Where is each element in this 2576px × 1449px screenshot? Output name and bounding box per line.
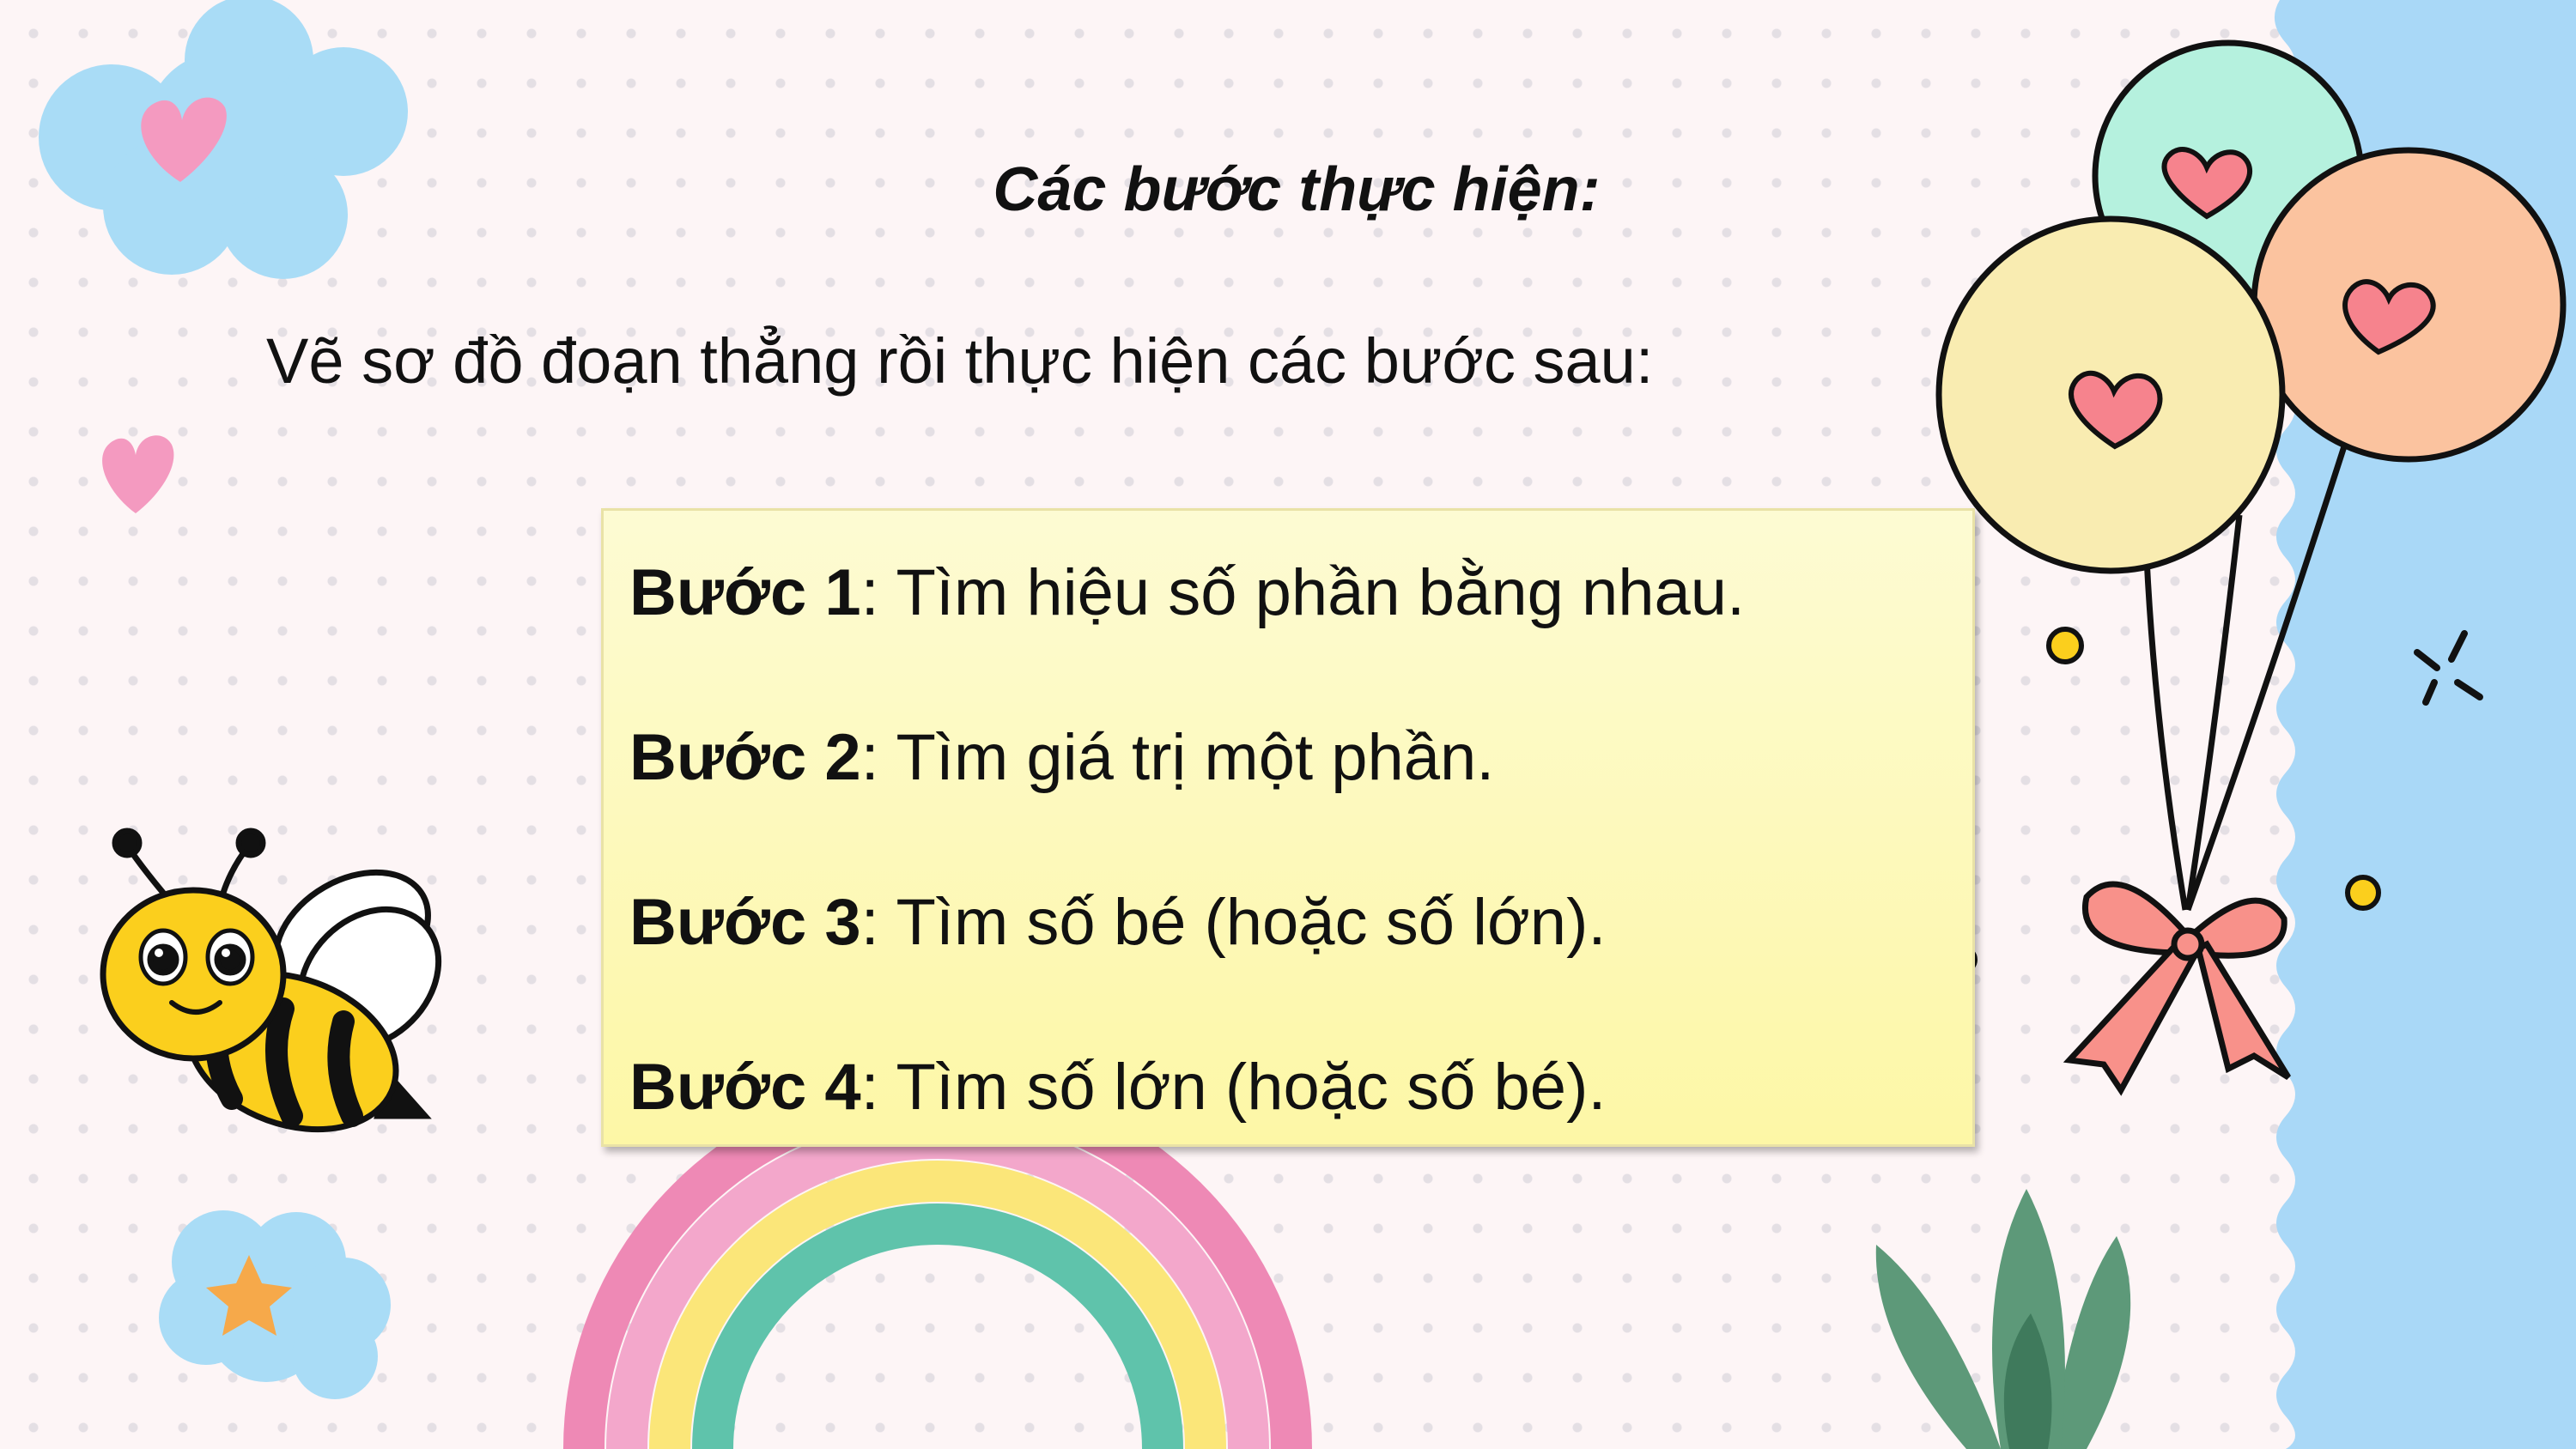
slide-title: Các bước thực hiện: — [993, 155, 1601, 224]
plant-icon — [1875, 1189, 2131, 1449]
step-text: : Tìm hiệu số phần bằng nhau. — [860, 556, 1746, 629]
steps-box: Bước 1: Tìm hiệu số phần bằng nhau. Bước… — [601, 508, 1975, 1147]
step-label: Bước 1 — [629, 556, 861, 629]
step-text: : Tìm số bé (hoặc số lớn). — [860, 886, 1607, 959]
step-text: : Tìm số lớn (hoặc số bé). — [860, 1051, 1607, 1124]
step-text: : Tìm giá trị một phần. — [860, 721, 1495, 794]
slide-subtitle: Vẽ sơ đồ đoạn thẳng rồi thực hiện các bư… — [266, 325, 1654, 397]
step-1: Bước 1: Tìm hiệu số phần bằng nhau. — [629, 555, 1745, 630]
star-flower-icon — [159, 1210, 391, 1399]
step-label: Bước 4 — [629, 1051, 861, 1124]
flower-icon — [39, 0, 408, 279]
heart-icon — [102, 435, 174, 513]
step-2: Bước 2: Tìm giá trị một phần. — [629, 720, 1494, 795]
step-3: Bước 3: Tìm số bé (hoặc số lớn). — [629, 885, 1607, 960]
step-label: Bước 2 — [629, 721, 861, 794]
step-4: Bước 4: Tìm số lớn (hoặc số bé). — [629, 1050, 1607, 1125]
bee-icon — [100, 828, 442, 1133]
rainbow-icon — [563, 1075, 1312, 1449]
step-label: Bước 3 — [629, 886, 861, 959]
